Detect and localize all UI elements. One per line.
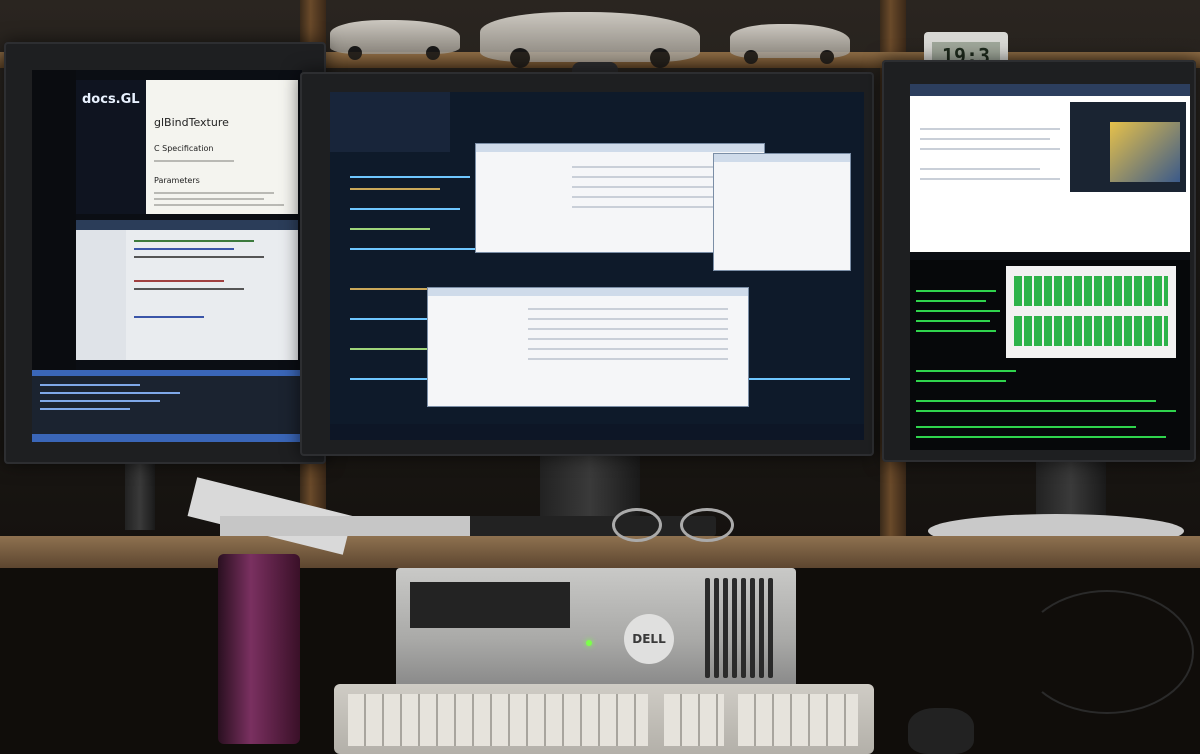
- explorer-window-bottom[interactable]: [428, 288, 748, 406]
- right-screen: [910, 84, 1190, 450]
- model-car: [330, 20, 460, 60]
- right-monitor: [882, 60, 1196, 462]
- taskbar[interactable]: [330, 424, 864, 440]
- docs-c-spec-heading: C Specification: [154, 144, 214, 153]
- start-menu[interactable]: [330, 92, 450, 152]
- options-dialog[interactable]: [714, 154, 850, 270]
- center-monitor: [300, 72, 874, 456]
- center-stand-base: [466, 516, 716, 536]
- terminal-pane: [32, 70, 76, 370]
- mouse[interactable]: [908, 708, 974, 754]
- model-car-large: [480, 12, 700, 68]
- video-player[interactable]: [1070, 102, 1186, 192]
- keyboard[interactable]: [334, 684, 874, 754]
- docs-window[interactable]: docs.GL glBindTexture C Specification Pa…: [76, 80, 298, 214]
- model-car: [730, 24, 850, 64]
- terminal-window[interactable]: [910, 260, 1190, 450]
- code-window[interactable]: [76, 220, 298, 360]
- papers-stack: [220, 516, 470, 536]
- power-led-icon: [586, 640, 592, 646]
- cpu-graph-window[interactable]: [1006, 266, 1176, 358]
- dell-logo-icon: DELL: [624, 614, 674, 664]
- desk-shelf: [0, 536, 1200, 568]
- docs-sidebar: docs.GL: [76, 80, 146, 214]
- computer-tower: DELL: [396, 568, 796, 688]
- browser-window[interactable]: [910, 84, 1190, 252]
- travel-mug: [218, 554, 300, 744]
- docs-params-heading: Parameters: [154, 176, 200, 185]
- left-monitor-stand: [125, 460, 155, 530]
- glasses-lens-left: [612, 508, 662, 542]
- docs-site-title: docs.GL: [82, 92, 140, 107]
- cables: [1020, 590, 1194, 714]
- glasses-lens-right: [680, 508, 734, 542]
- left-monitor: docs.GL glBindTexture C Specification Pa…: [4, 42, 326, 464]
- left-screen: docs.GL glBindTexture C Specification Pa…: [32, 70, 302, 442]
- docs-function-title: glBindTexture: [154, 116, 229, 129]
- center-screen: [330, 92, 864, 440]
- output-pane: [32, 370, 302, 442]
